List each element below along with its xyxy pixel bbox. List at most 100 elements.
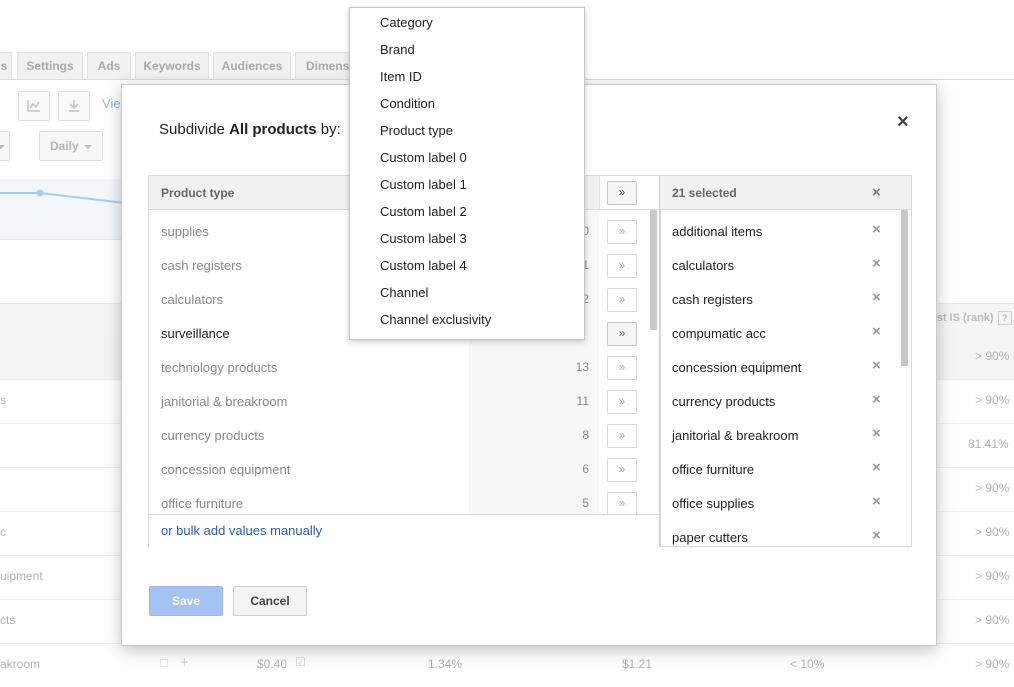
menu-item-custom-label-0[interactable]: Custom label 0 — [380, 150, 467, 165]
value-count: 5 — [582, 496, 589, 510]
row-label: cts — [0, 613, 16, 627]
rank-value: > 90% — [975, 569, 1010, 583]
save-button[interactable]: Save — [149, 586, 223, 616]
x-icon[interactable]: × — [872, 357, 881, 374]
rank-value: > 90% — [975, 349, 1010, 363]
chart-toggle-button[interactable] — [18, 91, 50, 121]
menu-item-condition[interactable]: Condition — [380, 96, 435, 111]
menu-item-custom-label-3[interactable]: Custom label 3 — [380, 231, 467, 246]
add-all-cell: » — [599, 176, 661, 210]
close-icon[interactable]: × — [897, 111, 909, 134]
selected-name: office supplies — [672, 496, 755, 511]
selected-item: additional items × — [660, 210, 911, 244]
tab-audiences[interactable]: Audiences — [213, 52, 291, 80]
double-chevron-right-icon[interactable]: » — [607, 390, 637, 414]
menu-item-channel-exclusivity[interactable]: Channel exclusivity — [380, 312, 491, 327]
value-name: concession equipment — [161, 462, 291, 477]
list-item[interactable]: currency products 8 » — [149, 414, 660, 448]
selected-name: compumatic acc — [672, 326, 766, 341]
selected-name: office furniture — [672, 462, 755, 477]
list-item[interactable]: technology products 13 » — [149, 346, 660, 380]
value-name: calculators — [161, 292, 224, 307]
segment-dropdown[interactable] — [0, 131, 10, 161]
menu-item-custom-label-2[interactable]: Custom label 2 — [380, 204, 467, 219]
x-icon[interactable]: × — [872, 255, 881, 272]
help-icon[interactable]: ? — [997, 311, 1012, 325]
selected-item: calculators × — [660, 244, 911, 278]
selected-item: paper cutters × — [660, 516, 911, 546]
rank-value: 81.41% — [968, 437, 1009, 451]
selected-item: compumatic acc × — [660, 312, 911, 346]
row-label: akroom — [0, 657, 41, 671]
add-all-button[interactable]: » — [607, 181, 637, 205]
view-link[interactable]: Vie — [102, 96, 121, 111]
bulk-add-row: or bulk add values manually — [149, 514, 660, 547]
menu-item-item-id[interactable]: Item ID — [380, 69, 422, 84]
comment-icon[interactable]: □ — [160, 655, 168, 670]
double-chevron-right-icon[interactable]: » — [607, 254, 637, 278]
plus-icon[interactable]: + — [180, 654, 189, 671]
double-chevron-right-icon[interactable]: » — [607, 288, 637, 312]
value-count: 8 — [582, 428, 589, 442]
bid-value: $0.40 — [257, 657, 288, 671]
daily-dropdown[interactable]: Daily — [39, 131, 103, 161]
column-header-lost-is-rank: ost IS (rank)? — [930, 311, 1012, 325]
selected-values-panel: 21 selected × additional items × calcula… — [659, 175, 912, 547]
tab-partial[interactable]: s — [0, 52, 12, 80]
scrollbar[interactable] — [901, 210, 908, 366]
column-header-label: ost IS (rank) — [930, 312, 994, 324]
cost-value: $1.21 — [622, 657, 653, 671]
double-chevron-right-icon[interactable]: » — [607, 424, 637, 448]
scrollbar[interactable] — [650, 210, 657, 330]
cancel-button[interactable]: Cancel — [233, 586, 307, 616]
x-icon[interactable]: × — [872, 323, 881, 340]
x-icon[interactable]: × — [872, 289, 881, 306]
menu-item-custom-label-4[interactable]: Custom label 4 — [380, 258, 467, 273]
selected-name: cash registers — [672, 292, 753, 307]
selected-item: cash registers × — [660, 278, 911, 312]
menu-item-category[interactable]: Category — [380, 15, 433, 30]
clear-all-icon[interactable]: × — [872, 184, 881, 201]
selected-item: office furniture × — [660, 448, 911, 482]
tab-ads[interactable]: Ads — [87, 52, 131, 80]
menu-item-custom-label-1[interactable]: Custom label 1 — [380, 177, 467, 192]
chart-line — [0, 189, 125, 204]
x-icon[interactable]: × — [872, 493, 881, 510]
chevron-down-icon — [0, 144, 5, 149]
rank-value: > 90% — [975, 613, 1010, 627]
rank-value: > 90% — [975, 393, 1010, 407]
bulk-add-link[interactable]: or bulk add values manually — [161, 523, 322, 538]
edit-icon[interactable]: ☑ — [295, 655, 306, 669]
list-item[interactable]: janitorial & breakroom 11 » — [149, 380, 660, 414]
download-button[interactable] — [58, 91, 90, 121]
list-item[interactable]: concession equipment 6 » — [149, 448, 660, 482]
list-item[interactable]: office furniture 5 » — [149, 482, 660, 514]
value-name: technology products — [161, 360, 278, 375]
tab-keywords[interactable]: Keywords — [135, 52, 209, 80]
title-bold: All products — [229, 121, 317, 138]
x-icon[interactable]: × — [872, 391, 881, 408]
selected-item: janitorial & breakroom × — [660, 414, 911, 448]
x-icon[interactable]: × — [872, 425, 881, 442]
menu-item-brand[interactable]: Brand — [380, 42, 415, 57]
row-label: uipment — [0, 569, 43, 583]
share-value: < 10% — [790, 657, 825, 671]
tab-settings[interactable]: Settings — [17, 52, 83, 80]
value-name: surveillance — [161, 326, 230, 341]
x-icon[interactable]: × — [872, 459, 881, 476]
download-icon — [69, 100, 79, 112]
selected-item: concession equipment × — [660, 346, 911, 380]
title-prefix: Subdivide — [159, 121, 230, 138]
double-chevron-right-icon[interactable]: » — [607, 322, 637, 346]
double-chevron-right-icon[interactable]: » — [607, 220, 637, 244]
x-icon[interactable]: × — [872, 221, 881, 238]
selected-name: additional items — [672, 224, 763, 239]
double-chevron-right-icon[interactable]: » — [607, 356, 637, 380]
selected-name: paper cutters — [672, 530, 748, 545]
menu-item-product-type[interactable]: Product type — [380, 123, 453, 138]
menu-item-channel[interactable]: Channel — [380, 285, 428, 300]
double-chevron-right-icon[interactable]: » — [607, 458, 637, 482]
ctr-value: 1.34% — [428, 657, 463, 671]
double-chevron-right-icon[interactable]: » — [607, 492, 637, 514]
x-icon[interactable]: × — [872, 527, 881, 544]
